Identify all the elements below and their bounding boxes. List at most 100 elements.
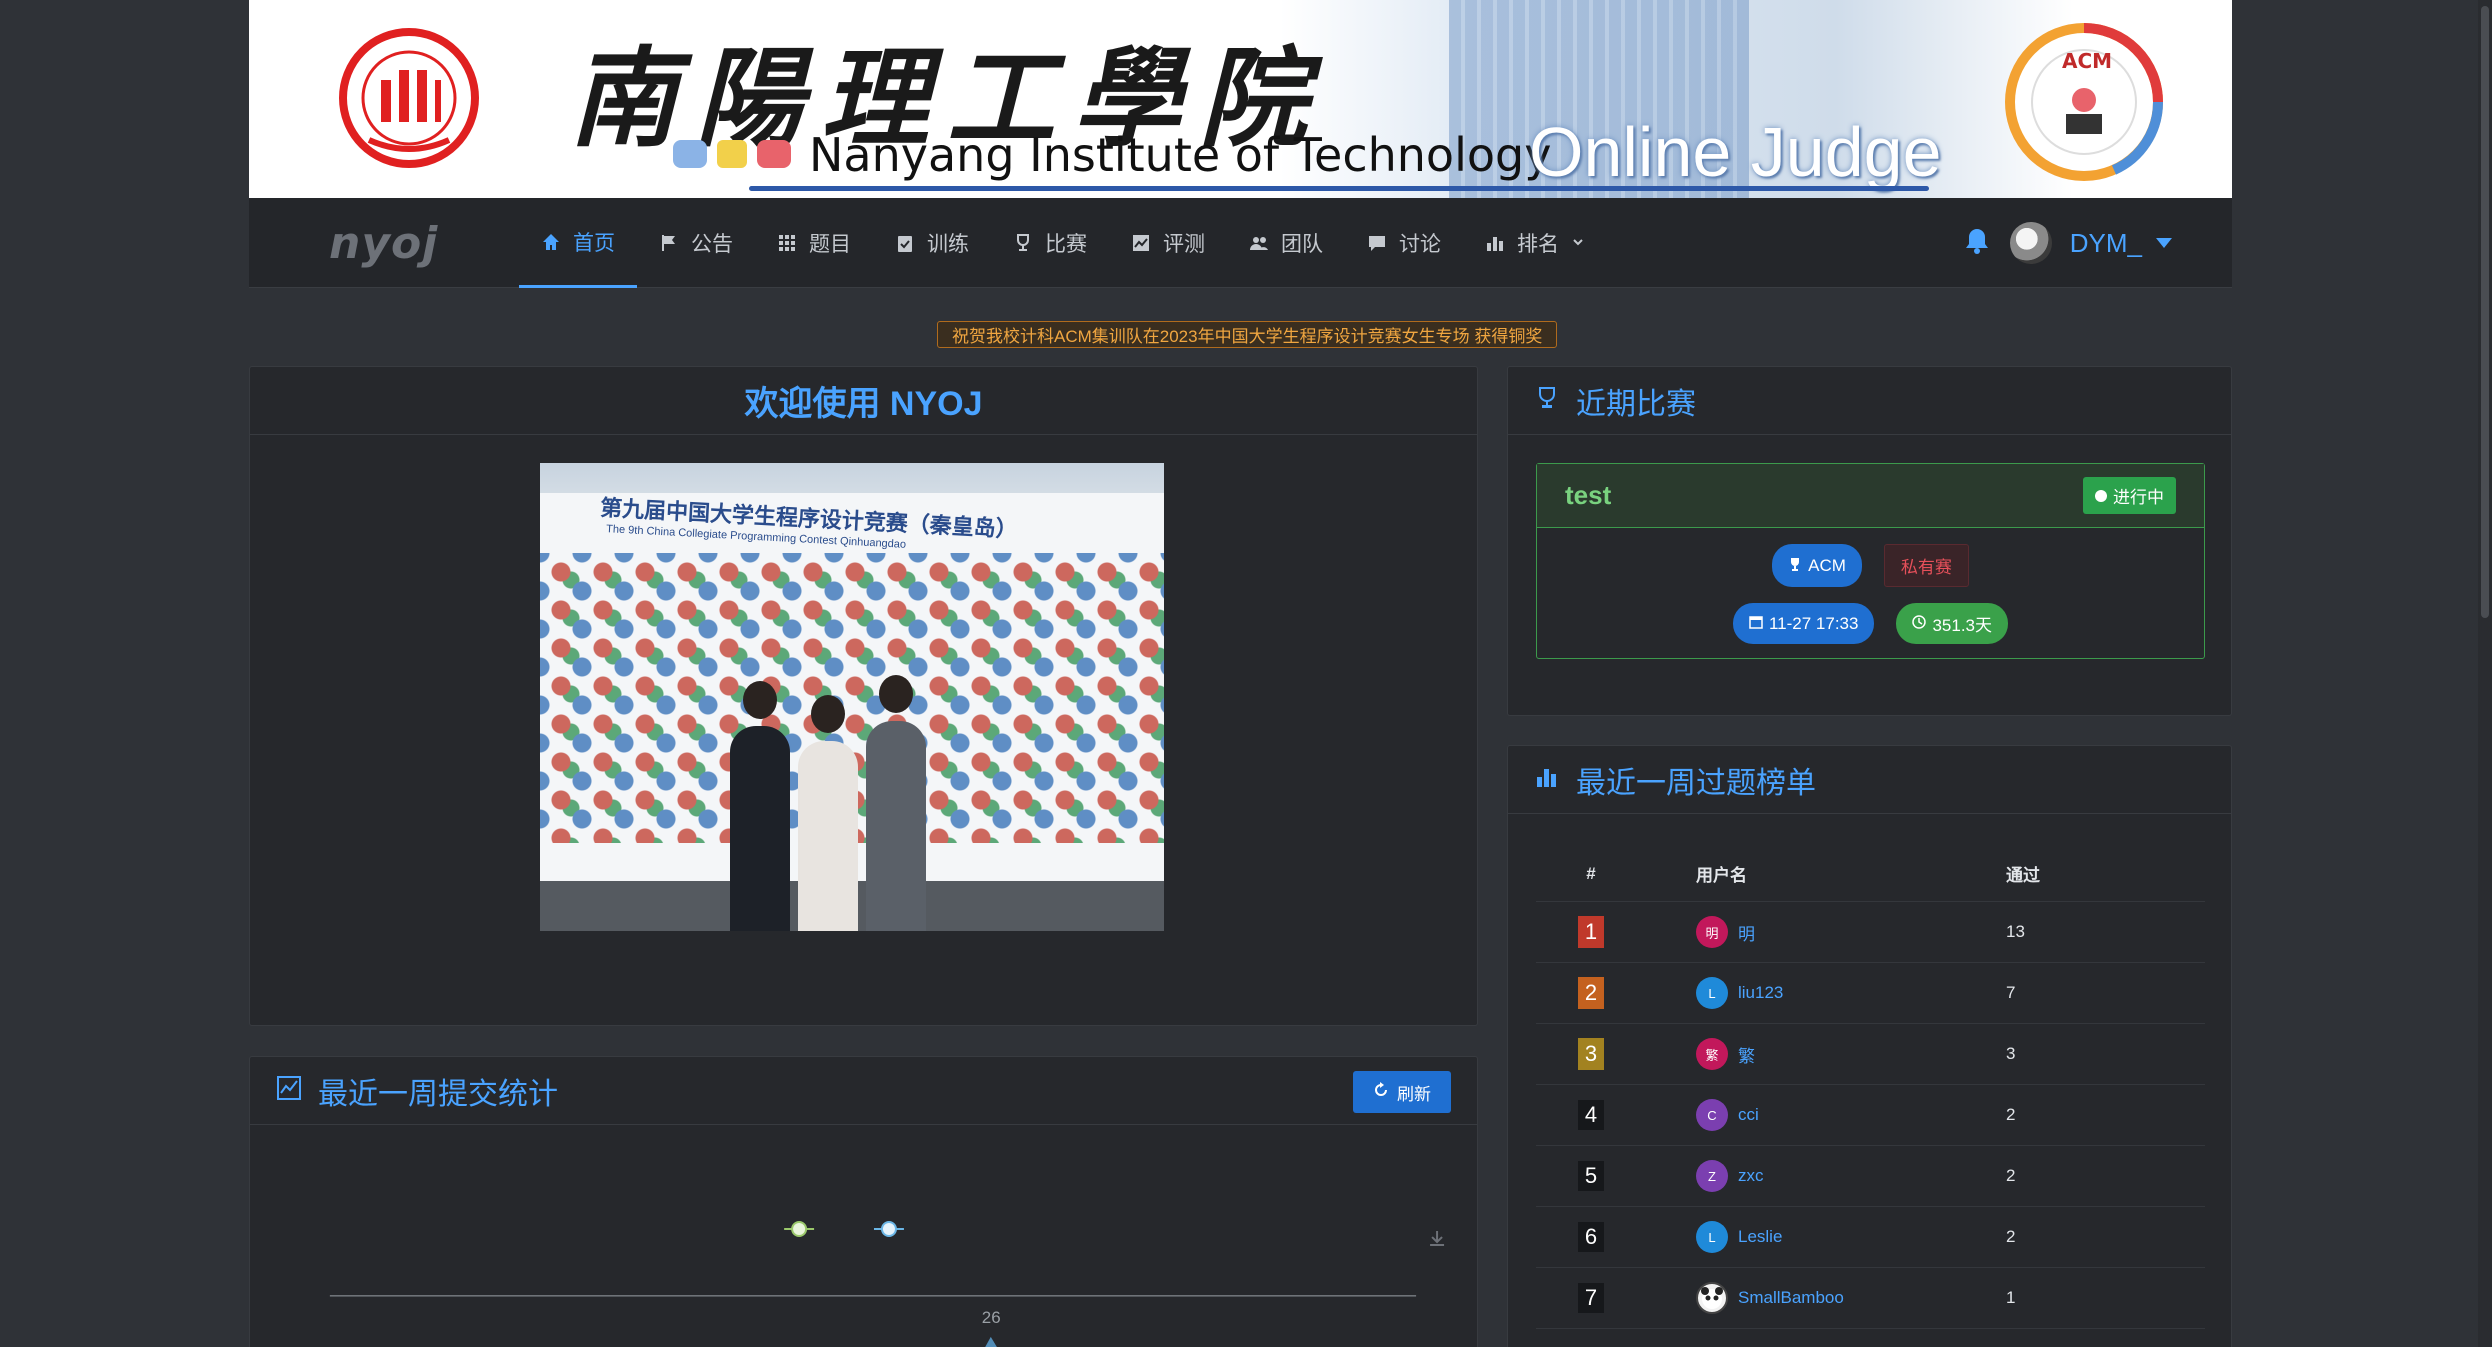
username-link[interactable]: liu123 xyxy=(1738,983,1783,1003)
user-menu[interactable]: DYM_ xyxy=(2070,228,2172,259)
status-badge: 进行中 xyxy=(2083,477,2176,514)
contests-title: 近期比赛 xyxy=(1576,387,1696,421)
nav-item-home[interactable]: 首页 xyxy=(519,198,637,288)
photo-person xyxy=(798,741,858,931)
nav-item-training[interactable]: 训练 xyxy=(873,198,991,288)
recent-contests-card: 近期比赛 test 进行中 ACM 私有赛 11-27 17:33 351.3天 xyxy=(1507,366,2232,716)
announcement-ticker[interactable]: 祝贺我校计科ACM集训队在2023年中国大学生程序设计竞赛女生专场 获得铜奖 xyxy=(937,321,1558,348)
bar-chart-icon xyxy=(1534,764,1560,795)
avatar[interactable] xyxy=(1696,1282,1728,1314)
nav-item-label: 公告 xyxy=(691,233,733,256)
trophy-icon xyxy=(1534,385,1560,416)
home-icon xyxy=(541,232,561,252)
username-link[interactable]: cci xyxy=(1738,1105,1759,1125)
photo-person-head xyxy=(879,675,913,713)
rank-number: 4 xyxy=(1578,1100,1604,1130)
photo-person-head xyxy=(811,695,845,733)
rank-number: 7 xyxy=(1578,1283,1604,1313)
flag-icon xyxy=(659,233,679,253)
banner-en-title: Nanyang Institute of Technology xyxy=(809,128,1552,182)
nav-item-discussion[interactable]: 讨论 xyxy=(1345,198,1463,288)
nav-item-contests[interactable]: 比赛 xyxy=(991,198,1109,288)
passed-count: 1 xyxy=(2006,1288,2016,1307)
avatar[interactable] xyxy=(2009,222,2052,264)
weekly-ranking-card: 最近一周过题榜单 # 用户名 通过 1 明 明 13 2 L liu123 7 … xyxy=(1507,745,2232,1347)
avatar[interactable]: L xyxy=(1696,1221,1728,1253)
user-area: DYM_ xyxy=(1962,198,2172,288)
nav-item-label: 比赛 xyxy=(1045,233,1087,256)
column-header-username: 用户名 xyxy=(1696,866,1747,885)
nav-item-label: 训练 xyxy=(927,233,969,256)
chart-line-icon xyxy=(1131,233,1151,253)
ranking-table-header: # 用户名 通过 xyxy=(1536,846,2205,902)
brand-logo[interactable]: nyoj xyxy=(329,218,438,269)
nav-item-label: 团队 xyxy=(1281,233,1323,256)
username-link[interactable]: 繁 xyxy=(1738,1042,1755,1067)
chart-peak-label: 26 xyxy=(982,1308,1001,1327)
contest-start-label: 11-27 17:33 xyxy=(1768,613,1859,633)
table-row: 6 L Leslie 2 xyxy=(1536,1207,2205,1268)
rank-medal-gold: 1 xyxy=(1578,916,1604,948)
table-row: 3 繁 繁 3 xyxy=(1536,1024,2205,1085)
carousel-photo[interactable]: 第九届中国大学生程序设计竞赛（秦皇岛） The 9th China Colleg… xyxy=(540,463,1164,931)
acm-club-logo: ACM xyxy=(2005,23,2164,181)
table-row: 1 明 明 13 xyxy=(1536,902,2205,963)
contest-start-badge: 11-27 17:33 xyxy=(1732,603,1875,644)
status-label: 进行中 xyxy=(2113,488,2164,507)
contest-item[interactable]: test 进行中 ACM 私有赛 11-27 17:33 351.3天 xyxy=(1536,463,2205,659)
nav-item-judge-status[interactable]: 评测 xyxy=(1109,198,1227,288)
photo-person xyxy=(866,721,926,931)
avatar[interactable]: Z xyxy=(1696,1160,1728,1192)
bell-icon[interactable] xyxy=(1962,226,1992,261)
nav-item-teams[interactable]: 团队 xyxy=(1227,198,1345,288)
photo-person xyxy=(730,726,790,931)
username-link[interactable]: Leslie xyxy=(1738,1227,1782,1247)
username-label: DYM_ xyxy=(2069,227,2142,258)
calendar-icon xyxy=(1749,614,1763,634)
nav-item-announcements[interactable]: 公告 xyxy=(637,198,755,288)
page-scrollbar[interactable] xyxy=(2478,0,2492,1347)
contest-duration-label: 351.3天 xyxy=(1932,616,1993,635)
site-banner: 南陽理工學院 Nanyang Institute of Technology O… xyxy=(249,0,2232,198)
chart-legend xyxy=(784,1221,904,1238)
avatar[interactable]: L xyxy=(1696,977,1728,1009)
passed-count: 7 xyxy=(2006,983,2016,1002)
contest-name[interactable]: test xyxy=(1565,480,1611,511)
nav-item-label: 讨论 xyxy=(1399,233,1441,256)
nav-item-label: 评测 xyxy=(1163,233,1205,256)
refresh-button[interactable]: 刷新 xyxy=(1353,1071,1451,1113)
rank-number: 6 xyxy=(1578,1222,1604,1252)
stats-card-header: 最近一周提交统计 xyxy=(250,1057,1477,1125)
passed-count: 3 xyxy=(2006,1044,2016,1063)
banner-oj-title: Online Judge xyxy=(1529,113,1942,191)
nav-item-problems[interactable]: 题目 xyxy=(755,198,873,288)
passed-count: 13 xyxy=(2006,922,2025,941)
passed-count: 2 xyxy=(2006,1105,2016,1124)
contests-card-header: 近期比赛 xyxy=(1508,367,2231,435)
nav-item-ranking[interactable]: 排名 xyxy=(1463,198,1607,288)
ranking-card-header: 最近一周过题榜单 xyxy=(1508,746,2231,814)
avatar[interactable]: C xyxy=(1696,1099,1728,1131)
nyist-seal-logo xyxy=(339,28,479,168)
welcome-card: 欢迎使用 NYOJ 第九届中国大学生程序设计竞赛（秦皇岛） The 9th Ch… xyxy=(249,366,1478,1026)
nav-item-label: 首页 xyxy=(573,231,615,255)
caret-down-icon xyxy=(2156,238,2172,248)
nav-item-label: 排名 xyxy=(1517,233,1559,256)
column-header-passed: 通过 xyxy=(2006,866,2040,885)
bar-chart-icon xyxy=(1485,233,1505,253)
mascot-icons xyxy=(673,140,791,168)
username-link[interactable]: zxc xyxy=(1738,1166,1764,1186)
nav-menu: 首页 公告 题目 训练 比赛 评测 团队 讨论 排名 xyxy=(519,198,1607,288)
chart-series-peak xyxy=(985,1336,997,1347)
username-link[interactable]: 明 xyxy=(1738,920,1755,945)
avatar[interactable]: 繁 xyxy=(1696,1038,1728,1070)
username-link[interactable]: SmallBamboo xyxy=(1738,1288,1844,1308)
table-row: 5 Z zxc 2 xyxy=(1536,1146,2205,1207)
users-icon xyxy=(1249,233,1269,253)
contest-tags-row: ACM 私有赛 xyxy=(1537,544,2204,587)
scrollbar-thumb[interactable] xyxy=(2481,6,2489,618)
avatar[interactable]: 明 xyxy=(1696,916,1728,948)
contest-type-badge: ACM xyxy=(1772,544,1862,587)
contest-privacy-badge: 私有赛 xyxy=(1883,544,1969,587)
page: 南陽理工學院 Nanyang Institute of Technology O… xyxy=(0,0,2492,1347)
